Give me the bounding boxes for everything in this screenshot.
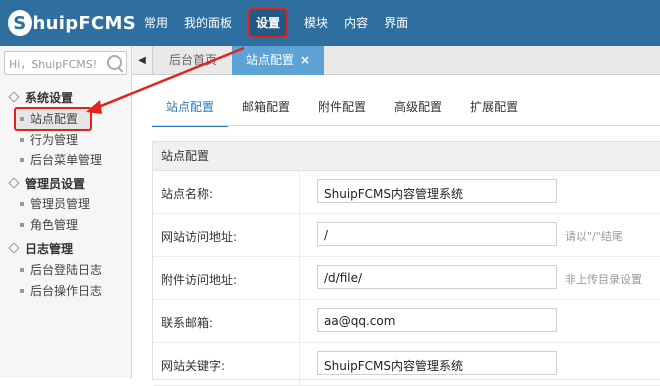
- row-divider: [299, 171, 300, 213]
- form-row-site-url: 网站访问地址: / 请以"/"结尾: [153, 214, 660, 257]
- bullet-icon: [20, 222, 24, 227]
- field-label: 附件访问地址:: [161, 273, 238, 287]
- search-icon[interactable]: [107, 55, 122, 70]
- field-label: 网站访问地址:: [161, 230, 238, 244]
- diamond-icon: [8, 91, 20, 103]
- bullet-icon: [20, 267, 24, 272]
- panel-title: 站点配置: [153, 142, 660, 171]
- field-value: /: [324, 228, 329, 242]
- field-value: ShuipFCMS内容管理系统: [324, 187, 464, 201]
- top-header: S huipFCMS 常用 我的面板 设置 模块 内容 界面: [0, 0, 660, 47]
- row-divider: [299, 300, 300, 342]
- form-row-attachment-url: 附件访问地址: /d/file/ 非上传目录设置: [153, 257, 660, 300]
- form-row-keywords: 网站关键字: ShuipFCMS内容管理系统: [153, 343, 660, 386]
- nav-item-settings[interactable]: 设置: [240, 0, 296, 46]
- logo-text: huipFCMS: [32, 12, 136, 34]
- tab-back-icon[interactable]: ◀: [132, 46, 153, 74]
- bullet-icon: [20, 201, 24, 206]
- keywords-field[interactable]: ShuipFCMS内容管理系统: [317, 351, 557, 375]
- field-label: 站点名称:: [161, 187, 214, 201]
- tab-site-config[interactable]: 站点配置 ×: [232, 46, 324, 75]
- diamond-icon: [8, 242, 20, 254]
- nav-item-common[interactable]: 常用: [136, 0, 176, 46]
- field-hint: 非上传目录设置: [565, 273, 642, 286]
- sidebar-item-operation-log[interactable]: 后台操作日志: [16, 281, 102, 301]
- main-nav: 常用 我的面板 设置 模块 内容 界面: [136, 0, 416, 46]
- site-config-panel: 站点配置 站点名称: ShuipFCMS内容管理系统 网站访问地址: / 请以"…: [152, 141, 660, 386]
- subtab-attachment-config[interactable]: 附件配置: [304, 97, 380, 125]
- bullet-icon: [20, 157, 24, 162]
- subtab-extension-config[interactable]: 扩展配置: [456, 97, 532, 125]
- bullet-icon: [20, 116, 24, 121]
- sidebar-group-admin-settings[interactable]: 管理员设置: [8, 175, 85, 192]
- sidebar-item-behavior[interactable]: 行为管理: [16, 130, 78, 150]
- sidebar-group-system-settings[interactable]: 系统设置: [8, 89, 73, 106]
- bullet-icon: [20, 137, 24, 142]
- search-placeholder: Hi，ShuipFCMS!: [9, 58, 98, 71]
- nav-item-interface[interactable]: 界面: [376, 0, 416, 46]
- field-value: /d/file/: [324, 271, 363, 285]
- row-divider: [299, 343, 300, 385]
- form-row-site-name: 站点名称: ShuipFCMS内容管理系统: [153, 171, 660, 214]
- main-content: 站点配置 邮箱配置 附件配置 高级配置 扩展配置 站点配置 站点名称: Shui…: [132, 75, 660, 386]
- diamond-icon: [8, 177, 20, 189]
- subtabs-divider: [152, 125, 660, 126]
- email-field[interactable]: aa@qq.com: [317, 308, 557, 332]
- app-logo[interactable]: S huipFCMS: [8, 8, 136, 38]
- close-icon[interactable]: ×: [300, 53, 310, 67]
- subtab-mail-config[interactable]: 邮箱配置: [228, 97, 304, 125]
- subtab-advanced-config[interactable]: 高级配置: [380, 97, 456, 125]
- nav-item-modules[interactable]: 模块: [296, 0, 336, 46]
- row-divider: [299, 214, 300, 256]
- row-divider: [299, 257, 300, 299]
- tab-home[interactable]: 后台首页: [154, 46, 232, 74]
- sidebar-item-site-config[interactable]: 站点配置: [14, 107, 92, 131]
- subtab-site-config[interactable]: 站点配置: [152, 97, 229, 127]
- sidebar-item-menu-manage[interactable]: 后台菜单管理: [16, 150, 102, 170]
- nav-item-content[interactable]: 内容: [336, 0, 376, 46]
- field-value: aa@qq.com: [324, 314, 396, 328]
- sidebar-group-log-manage[interactable]: 日志管理: [8, 240, 73, 257]
- sidebar-item-role-manage[interactable]: 角色管理: [16, 215, 78, 235]
- bullet-icon: [20, 288, 24, 293]
- form-row-contact-email: 联系邮箱: aa@qq.com: [153, 300, 660, 343]
- attachment-url-field[interactable]: /d/file/: [317, 265, 557, 289]
- logo-mark: S: [8, 10, 32, 36]
- site-name-field[interactable]: ShuipFCMS内容管理系统: [317, 179, 557, 203]
- field-hint: 请以"/"结尾: [565, 230, 623, 243]
- site-url-field[interactable]: /: [317, 222, 557, 246]
- sidebar-item-login-log[interactable]: 后台登陆日志: [16, 260, 102, 280]
- sidebar-item-admin-manage[interactable]: 管理员管理: [16, 194, 90, 214]
- config-subtabs: 站点配置 邮箱配置 附件配置 高级配置 扩展配置: [152, 97, 532, 127]
- page-tab-bar: ◀ 后台首页 站点配置 ×: [132, 46, 660, 75]
- nav-item-my-panel[interactable]: 我的面板: [176, 0, 240, 46]
- field-value: ShuipFCMS内容管理系统: [324, 359, 464, 373]
- sidebar: Hi，ShuipFCMS! 系统设置 站点配置 行为管理 后台菜单管理 管理员设…: [0, 46, 132, 378]
- search-input[interactable]: Hi，ShuipFCMS!: [4, 51, 127, 75]
- tab-site-config-label: 站点配置: [245, 53, 294, 67]
- field-label: 联系邮箱:: [161, 316, 214, 330]
- field-label: 网站关键字:: [161, 359, 226, 373]
